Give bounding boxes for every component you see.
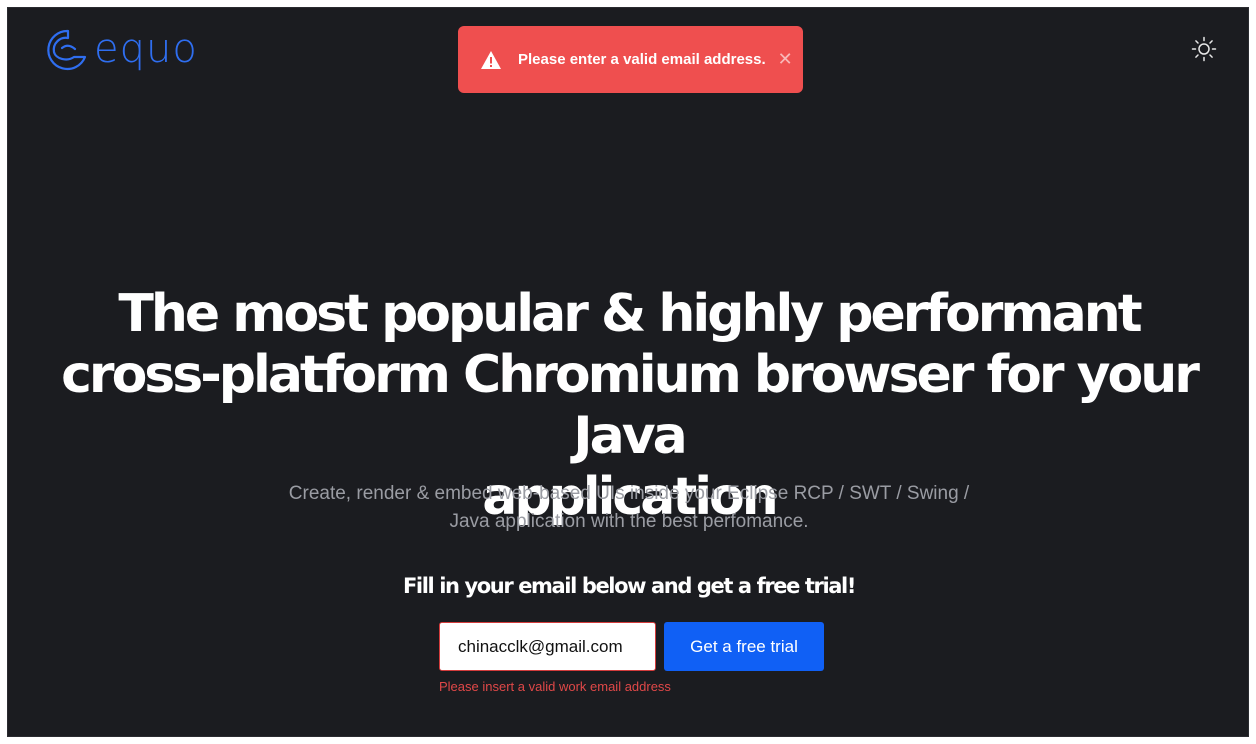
logo-text: equo	[94, 26, 198, 72]
hero-subtitle: Create, render & embed web-based UIs ins…	[8, 480, 1248, 536]
theme-toggle-button[interactable]	[1191, 36, 1217, 62]
warning-icon	[481, 50, 501, 69]
page: equo Please enter a valid email address.…	[7, 7, 1249, 737]
free-trial-button[interactable]: Get a free trial	[664, 622, 824, 671]
signup-heading: Fill in your email below and get a free …	[402, 574, 856, 598]
toast-message: Please enter a valid email address.	[518, 51, 766, 68]
headline-line: The most popular & highly performant	[118, 284, 1142, 344]
subtitle-line: Create, render & embed web-based UIs ins…	[288, 483, 970, 504]
equo-logo[interactable]: equo	[44, 26, 198, 72]
subtitle-line: Java application with the best perfomanc…	[449, 511, 809, 532]
email-field[interactable]	[439, 622, 656, 671]
headline-line: cross-platform Chromium browser for your…	[61, 345, 1200, 466]
error-toast: Please enter a valid email address. ✕	[458, 26, 803, 93]
equo-logo-icon	[47, 29, 87, 71]
email-error-message: Please insert a valid work email address	[439, 679, 671, 694]
sun-icon	[1191, 36, 1217, 62]
close-icon[interactable]: ✕	[778, 49, 793, 70]
